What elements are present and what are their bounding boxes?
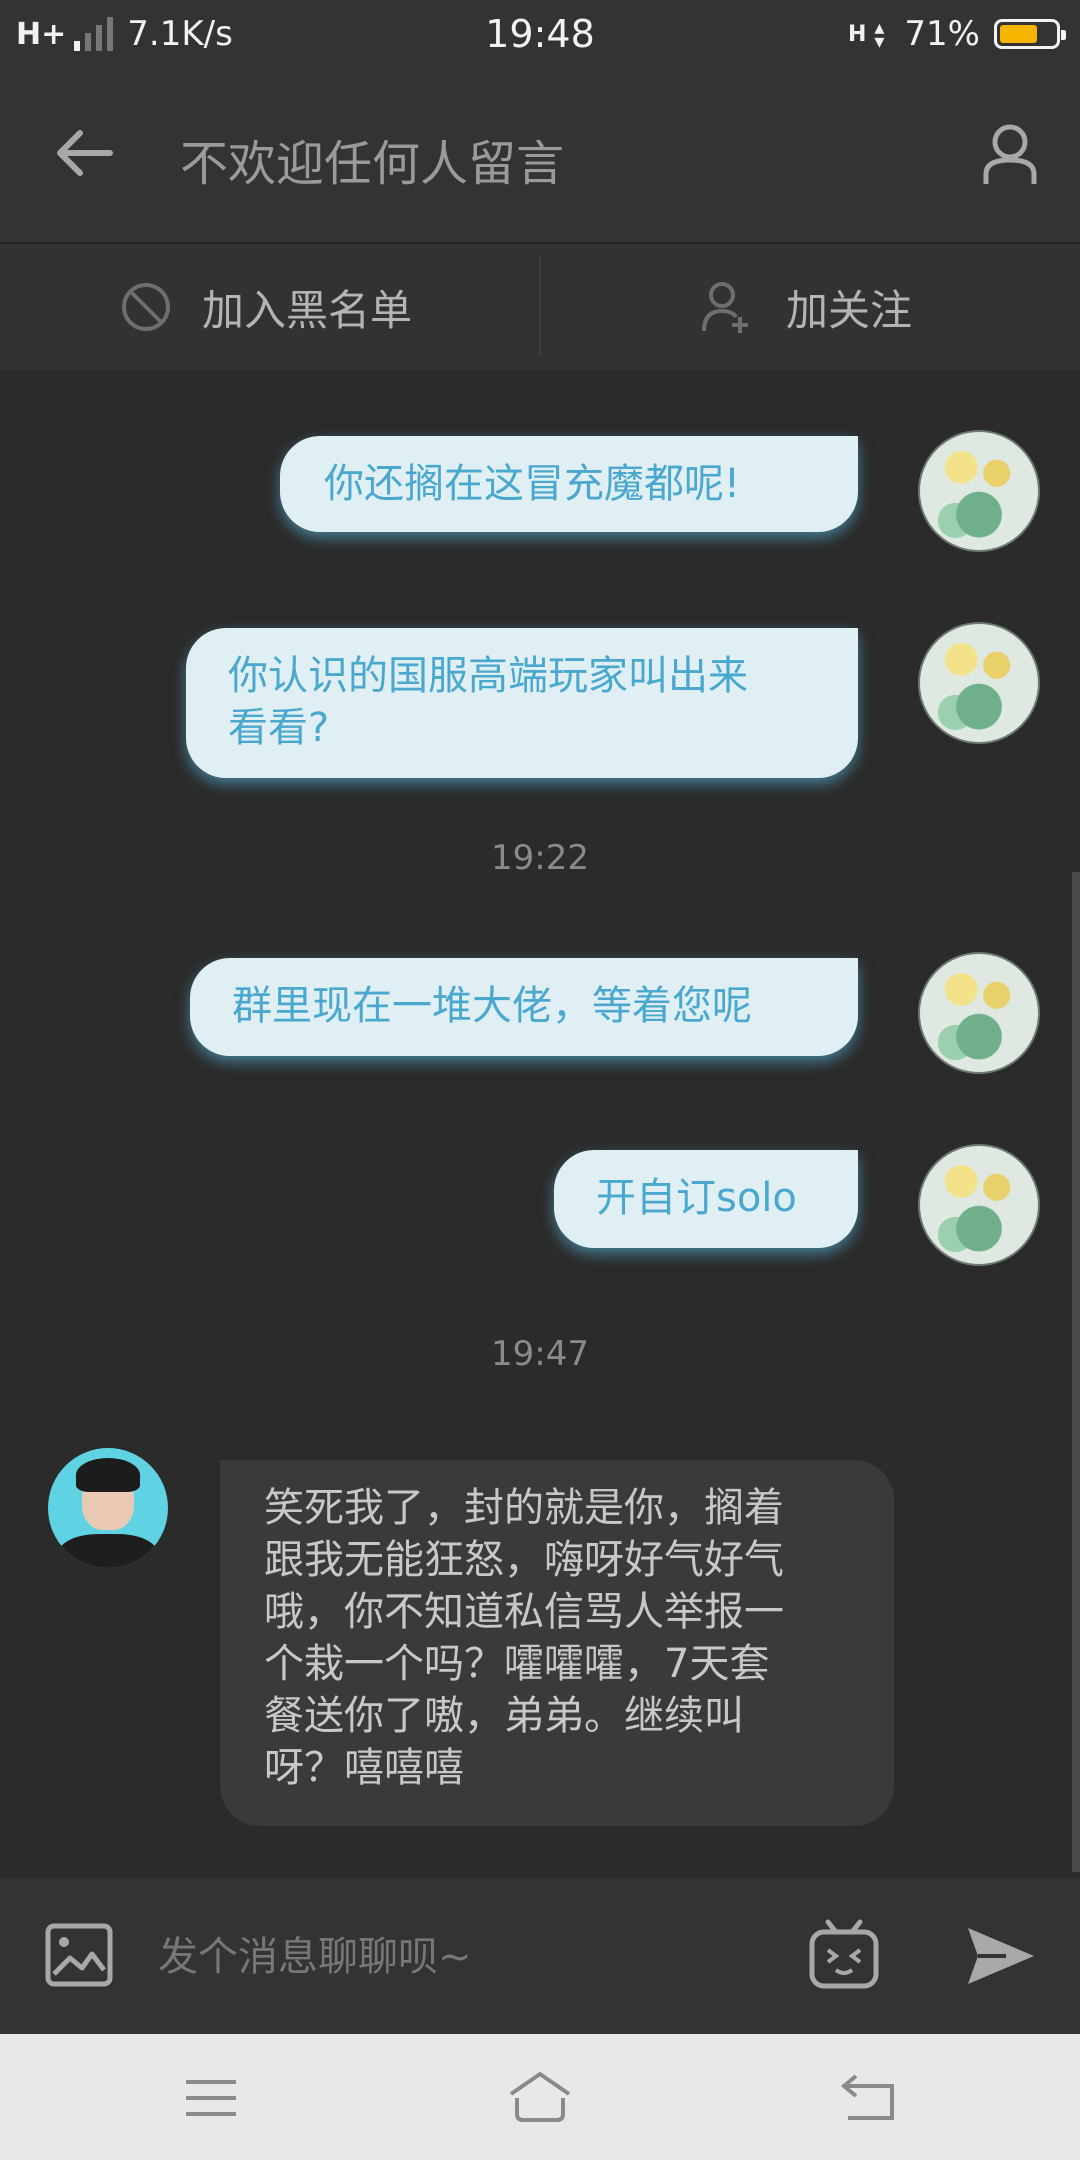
status-bar: H+ 7.1K/s 19:48 H ▴ ▾ 71% [0, 0, 1080, 72]
my-avatar[interactable] [918, 952, 1040, 1074]
message-text-line: 哦，你不知道私信骂人举报一 [264, 1589, 784, 1635]
contact-avatar[interactable] [48, 1448, 168, 1568]
message-text-line: 个栽一个吗？嚯嚯嚯，7天套 [264, 1641, 770, 1687]
emoji-tv-icon[interactable] [808, 1918, 880, 1990]
outgoing-message[interactable]: 群里现在一堆大佬，等着您呢 [190, 958, 858, 1056]
send-icon[interactable] [966, 1926, 1036, 1986]
status-right: H ▴ ▾ 71% [848, 14, 1066, 54]
menu-icon[interactable] [176, 2064, 246, 2130]
outgoing-message[interactable]: 你还搁在这冒充魔都呢! [280, 436, 858, 532]
message-text-line: 笑死我了，封的就是你，搁着 [264, 1485, 784, 1531]
action-bar: 加入黑名单 加关注 [0, 242, 1080, 370]
user-profile-icon[interactable] [980, 122, 1040, 188]
message-timestamp: 19:47 [491, 1334, 589, 1374]
battery-icon [994, 19, 1066, 49]
arrow-left-icon[interactable] [50, 118, 120, 188]
my-avatar[interactable] [918, 430, 1040, 552]
back-nav-icon[interactable] [834, 2064, 904, 2130]
message-text-line: 你认识的国服高端玩家叫出来 [228, 653, 748, 699]
message-text-line: 呀？嘻嘻嘻 [264, 1745, 464, 1791]
title-bar: 不欢迎任何人留言 [0, 72, 1080, 242]
blacklist-button[interactable]: 加入黑名单 [120, 244, 412, 370]
system-nav-bar [0, 2034, 1080, 2160]
chat-area[interactable]: 你还搁在这冒充魔都呢! 你认识的国服高端玩家叫出来 看看? 19:22 群里现在… [0, 368, 1080, 1878]
message-text-line: 跟我无能狂怒，嗨呀好气好气 [264, 1537, 784, 1583]
image-icon[interactable] [44, 1922, 114, 1988]
outgoing-message[interactable]: 开自订solo [554, 1150, 858, 1248]
blacklist-label: 加入黑名单 [202, 285, 413, 335]
data-activity-icon: H ▴ ▾ [848, 15, 885, 53]
message-composer [0, 1878, 1080, 2034]
message-text-line: 看看? [228, 705, 330, 751]
home-icon[interactable] [505, 2064, 575, 2130]
message-text: 你还搁在这冒充魔都呢! [324, 461, 741, 507]
follow-label: 加关注 [786, 285, 913, 335]
message-text-line: 餐送你了嗷，弟弟。继续叫 [264, 1693, 744, 1739]
my-avatar[interactable] [918, 622, 1040, 744]
message-timestamp: 19:22 [491, 838, 589, 878]
action-divider [539, 256, 541, 356]
incoming-message[interactable]: 笑死我了，封的就是你，搁着 跟我无能狂怒，嗨呀好气好气 哦，你不知道私信骂人举报… [220, 1460, 894, 1826]
my-avatar[interactable] [918, 1144, 1040, 1266]
message-text: 开自订solo [596, 1175, 797, 1221]
add-user-icon [702, 282, 748, 333]
message-input[interactable] [156, 1918, 760, 1996]
block-circle-icon [122, 283, 170, 331]
page-title: 不欢迎任何人留言 [180, 136, 565, 192]
message-text: 群里现在一堆大佬，等着您呢 [232, 983, 752, 1029]
battery-percent: 71% [904, 14, 980, 54]
follow-button[interactable]: 加关注 [700, 244, 912, 370]
outgoing-message[interactable]: 你认识的国服高端玩家叫出来 看看? [186, 628, 858, 778]
